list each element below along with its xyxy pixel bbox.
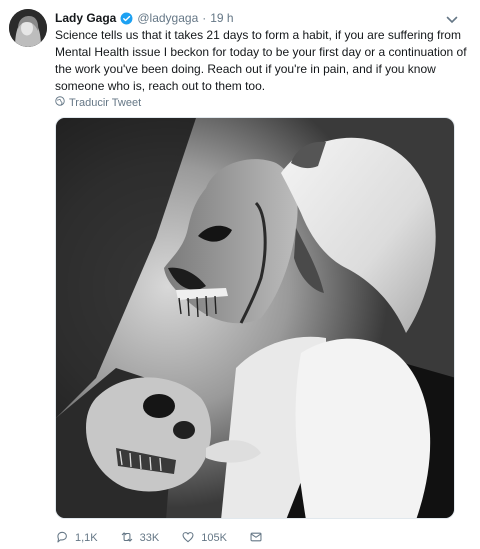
display-name[interactable]: Lady Gaga [55, 11, 116, 25]
retweet-count: 33K [139, 532, 160, 544]
tweet-text-line: Mental Health issue I beckon for today t… [55, 45, 467, 59]
translate-label: Traducir Tweet [69, 96, 142, 109]
retweet-button[interactable]: 33K [120, 530, 160, 547]
retweet-icon [120, 530, 134, 547]
user-handle[interactable]: @ladygaga [137, 11, 198, 25]
tweet-header: Lady Gaga @ladygaga · 19 h [55, 9, 234, 27]
separator-dot: · [202, 11, 207, 25]
direct-message-button[interactable] [249, 530, 263, 547]
reply-count: 1,1K [75, 532, 98, 544]
tweet-text-line: someone who is, reach out to them too. [55, 79, 266, 93]
tweet-text: Science tells us that it takes 21 days t… [55, 27, 467, 95]
verified-icon [120, 12, 133, 25]
tweet-photo[interactable] [55, 117, 455, 519]
reply-button[interactable]: 1,1K [55, 530, 98, 547]
tweet-text-line: the work you've been doing. Reach out if… [55, 62, 436, 76]
like-icon [181, 530, 195, 547]
chevron-down-icon[interactable] [446, 12, 458, 24]
tweet-text-line: Science tells us that it takes 21 days t… [55, 28, 461, 42]
timestamp[interactable]: 19 h [210, 11, 233, 25]
message-icon [249, 530, 263, 547]
tweet-actions: 1,1K 33K 105K [55, 530, 285, 546]
globe-icon [55, 96, 65, 109]
avatar[interactable] [9, 9, 47, 47]
like-count: 105K [201, 532, 227, 544]
reply-icon [55, 530, 69, 547]
translate-tweet-link[interactable]: Traducir Tweet [55, 96, 141, 109]
tweet-card: Lady Gaga @ladygaga · 19 h Science tells… [0, 0, 480, 549]
like-button[interactable]: 105K [181, 530, 227, 547]
